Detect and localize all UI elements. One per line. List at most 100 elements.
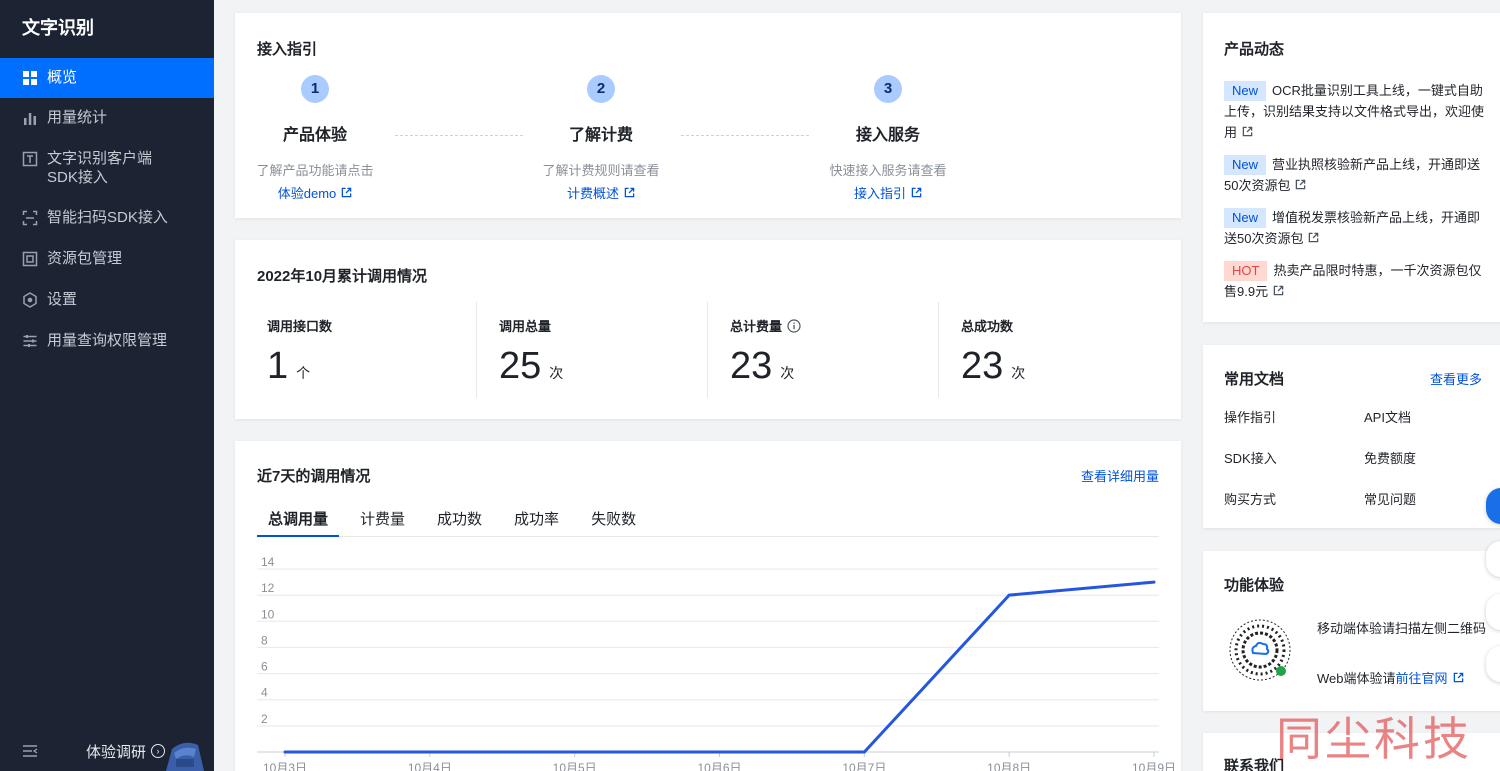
- doc-link[interactable]: 常见问题: [1364, 489, 1484, 508]
- x-tick-label: 10月8日: [987, 761, 1031, 771]
- survey-link[interactable]: 体验调研 ›: [86, 741, 166, 762]
- y-tick-label: 12: [261, 581, 275, 595]
- sidebar-item-usage-permission[interactable]: 用量查询权限管理: [0, 321, 214, 362]
- doc-link[interactable]: 操作指引: [1224, 407, 1364, 426]
- x-tick-label: 10月9日: [1132, 761, 1176, 771]
- stat-api-count: 调用接口数 1个: [245, 302, 476, 398]
- tab-billable[interactable]: 计费量: [349, 501, 416, 537]
- official-site-link[interactable]: 前往官网: [1396, 668, 1448, 687]
- external-link-icon: [1309, 232, 1319, 243]
- data-point: [1007, 593, 1011, 597]
- x-tick-label: 10月3日: [263, 761, 307, 771]
- sidebar-item-label: 概览: [47, 69, 78, 86]
- stat-value: 23: [961, 345, 1004, 387]
- sidebar-item-label-line1: 文字识别客户端: [47, 150, 153, 167]
- external-link-icon: [1273, 285, 1284, 296]
- x-tick-label: 10月7日: [842, 761, 886, 771]
- sidebar-item-label-line2: SDK接入: [47, 169, 108, 186]
- guide-steps: 1 产品体验 了解产品功能请点击 体验demo 2 了解计费 了解计费规则请查看…: [235, 75, 1181, 205]
- news-item[interactable]: HOT 热卖产品限时特惠，一千次资源包仅售9.9元: [1224, 260, 1486, 302]
- stat-unit: 次: [549, 365, 564, 381]
- step-number: 2: [587, 75, 615, 103]
- step-desc: 了解计费规则请查看: [542, 163, 660, 178]
- grid-icon: [22, 70, 38, 86]
- view-detail-usage-link[interactable]: 查看详细用量: [1081, 466, 1159, 485]
- y-tick-label: 2: [261, 712, 268, 726]
- tab-success-rate[interactable]: 成功率: [503, 501, 570, 537]
- monthly-stats-card: 2022年10月累计调用情况 调用接口数 1个 调用总量 25 次 总计费量 23…: [235, 240, 1181, 419]
- step-number: 3: [874, 75, 902, 103]
- tab-success[interactable]: 成功数: [426, 501, 493, 537]
- survey-label: 体验调研: [86, 743, 147, 761]
- mascot-illustration: [166, 742, 204, 771]
- sidebar-item-smart-scan-sdk[interactable]: 智能扫码SDK接入: [0, 198, 214, 239]
- news-item[interactable]: New OCR批量识别工具上线，一键式自助上传，识别结果支持以文件格式导出，欢迎使…: [1224, 80, 1486, 143]
- stat-unit: 次: [1011, 365, 1026, 381]
- mobile-experience-text: 移动端体验请扫描左侧二维码: [1317, 621, 1487, 636]
- app-title: 文字识别: [22, 18, 94, 38]
- collapse-sidebar-icon[interactable]: [22, 743, 38, 759]
- usage-line-chart: 2 4 6 8 10 12 14 10月3日 10月4日 10月5日 10月6日 10月7日 10月8日…: [257, 555, 1176, 771]
- stat-label: 调用总量: [499, 319, 552, 334]
- info-icon[interactable]: [787, 318, 801, 333]
- pricing-link[interactable]: 计费概述: [567, 183, 635, 202]
- external-link-icon: [1296, 179, 1306, 190]
- step-desc: 快速接入服务请查看: [829, 163, 947, 178]
- web-experience-prefix: Web端体验请: [1317, 671, 1396, 686]
- new-badge: New: [1224, 81, 1267, 101]
- guide-step: 2 了解计费 了解计费规则请查看 计费概述: [521, 75, 681, 203]
- sidebar-item-settings[interactable]: 设置: [0, 280, 214, 321]
- sidebar-item-usage-stats[interactable]: 用量统计: [0, 98, 214, 139]
- sidebar-item-label: 资源包管理: [47, 250, 123, 267]
- watermark: 同尘科技: [1276, 712, 1472, 766]
- data-point: [718, 750, 721, 754]
- doc-link[interactable]: 购买方式: [1224, 489, 1364, 508]
- guide-title: 接入指引: [257, 41, 318, 58]
- step-connector: [681, 135, 809, 136]
- access-guide-link[interactable]: 接入指引: [854, 183, 922, 202]
- view-more-docs-link[interactable]: 查看更多: [1430, 369, 1482, 388]
- doc-link[interactable]: SDK接入: [1224, 448, 1364, 467]
- sidebar-item-label: 用量统计: [47, 109, 108, 126]
- news-list: New OCR批量识别工具上线，一键式自助上传，识别结果支持以文件格式导出，欢迎使…: [1224, 80, 1486, 313]
- bar-chart-icon: [22, 110, 38, 126]
- series-line: [285, 580, 1155, 754]
- data-point: [428, 750, 432, 754]
- stat-label: 调用接口数: [267, 319, 333, 334]
- stat-unit: 次: [780, 365, 795, 381]
- text-box-icon: [22, 151, 38, 167]
- pricing-link-label: 计费概述: [566, 186, 619, 201]
- external-link-icon: [911, 187, 922, 198]
- stat-billable: 总计费量 23 次: [707, 302, 938, 398]
- stat-value: 25: [499, 345, 542, 387]
- sidebar-item-resource-packages[interactable]: 资源包管理: [0, 239, 214, 280]
- web-experience-row: Web端体验请 前往官网: [1317, 668, 1464, 687]
- sidebar-item-label: 文字识别客户端 SDK接入: [47, 149, 152, 187]
- stat-value: 23: [730, 345, 773, 387]
- external-link-icon: [624, 187, 635, 198]
- y-tick-label: 10: [261, 607, 275, 621]
- demo-link[interactable]: 体验demo: [278, 183, 353, 202]
- sidebar: 文字识别 概览 用量统计 文字识别客户端 SDK接入 智能扫码SDK接入 资源包…: [0, 0, 214, 771]
- step-name: 了解计费: [568, 127, 633, 144]
- hot-badge: HOT: [1224, 261, 1268, 281]
- stat-label: 总计费量: [730, 319, 783, 334]
- news-item[interactable]: New 增值税发票核验新产品上线，开通即送50次资源包: [1224, 207, 1486, 249]
- step-connector: [395, 135, 523, 136]
- tab-failures[interactable]: 失败数: [580, 501, 647, 537]
- news-item[interactable]: New 营业执照核验新产品上线，开通即送50次资源包: [1224, 154, 1486, 196]
- stats-title: 2022年10月累计调用情况: [257, 268, 428, 285]
- usage-card: 近7天的调用情况 查看详细用量 总调用量 计费量 成功数 成功率 失败数 2 4 6…: [235, 441, 1181, 771]
- data-point: [283, 750, 287, 754]
- sidebar-item-overview[interactable]: 概览: [0, 58, 214, 98]
- new-badge: New: [1224, 155, 1267, 175]
- news-card: 产品动态 New OCR批量识别工具上线，一键式自助上传，识别结果支持以文件格式导…: [1203, 13, 1500, 322]
- data-point: [1152, 580, 1156, 584]
- tab-total-calls[interactable]: 总调用量: [257, 501, 340, 537]
- contact-title: 联系我们: [1224, 758, 1285, 771]
- new-badge: New: [1224, 208, 1267, 228]
- data-point: [573, 750, 577, 754]
- doc-link[interactable]: 免费额度: [1364, 448, 1484, 467]
- doc-link[interactable]: API文档: [1364, 407, 1484, 426]
- sidebar-item-ocr-client-sdk[interactable]: 文字识别客户端 SDK接入: [0, 139, 214, 198]
